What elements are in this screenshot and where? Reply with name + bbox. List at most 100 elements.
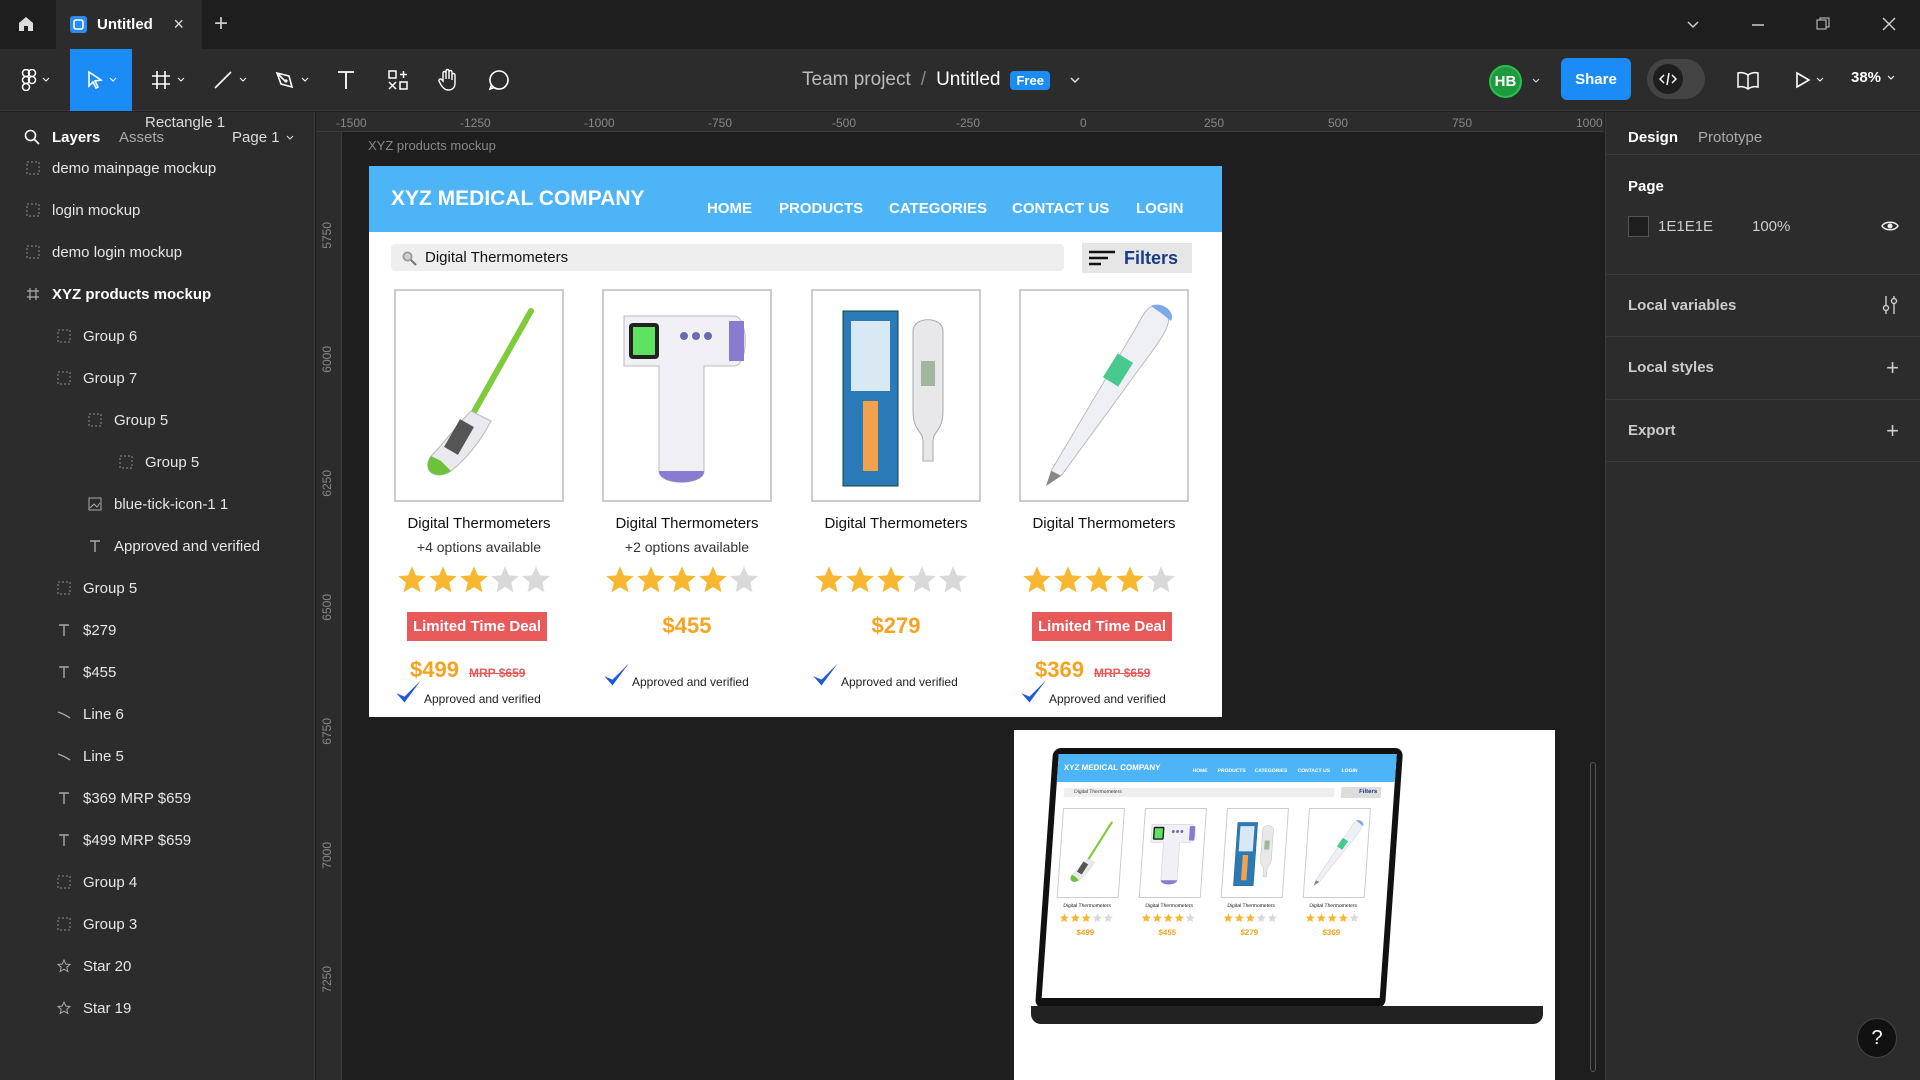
group-icon (55, 327, 73, 345)
ruler-tick-label: -250 (956, 116, 981, 130)
layer-label: $279 (83, 621, 117, 639)
main-menu-button[interactable] (14, 62, 56, 98)
file-tab[interactable]: Untitled × (56, 0, 202, 49)
star-filled-icon (877, 566, 905, 593)
avatar[interactable]: HB (1489, 65, 1522, 98)
tab-prototype[interactable]: Prototype (1698, 129, 1762, 146)
layer-row[interactable]: Star 19 (0, 988, 314, 1028)
mini-product-rating (1301, 913, 1370, 923)
layer-row[interactable]: blue-tick-icon-1 1 (0, 484, 314, 524)
products-mockup-frame[interactable]: XYZ MEDICAL COMPANY HOME PRODUCTS CATEGO… (369, 166, 1222, 717)
tab-title: Untitled (97, 16, 153, 33)
mockup-navbar: XYZ MEDICAL COMPANY HOME PRODUCTS CATEGO… (369, 166, 1222, 232)
page-color-swatch[interactable] (1628, 216, 1649, 237)
new-tab-button[interactable]: + (214, 10, 228, 38)
frame-tool-button[interactable] (144, 62, 190, 98)
project-name[interactable]: Team project (802, 69, 911, 91)
components-tool-button[interactable] (382, 62, 414, 98)
eye-icon[interactable] (1881, 219, 1899, 233)
layer-row[interactable]: Line 6 (0, 694, 314, 734)
mockup-nav-products: PRODUCTS (779, 200, 864, 217)
star-filled-icon (429, 566, 457, 593)
line-tool-button[interactable] (206, 62, 252, 98)
share-button[interactable]: Share (1561, 58, 1631, 100)
layer-label: demo login mockup (52, 243, 183, 261)
layer-row[interactable]: $369 MRP $659 (0, 778, 314, 818)
ruler-tick-label: 6500 (320, 594, 334, 621)
mockup-nav-categories: CATEGORIES (889, 200, 988, 217)
local-variables-section[interactable]: Local variables (1606, 274, 1920, 336)
layer-row[interactable]: Approved and verified (0, 526, 314, 566)
canvas-scrollbar[interactable] (1590, 762, 1596, 1072)
breadcrumb-separator: / (920, 69, 927, 90)
layer-row[interactable]: demo mainpage mockup (0, 148, 314, 188)
page-opacity[interactable]: 100% (1752, 218, 1790, 235)
layer-row[interactable]: Star 20 (0, 946, 314, 986)
hand-tool-button[interactable] (432, 62, 464, 98)
verified-text: Approved and verified (632, 675, 749, 689)
ruler-tick-label: -1500 (336, 116, 367, 130)
frame-label[interactable]: XYZ products mockup (368, 138, 496, 153)
blue-tick-icon (394, 678, 422, 706)
variables-sliders-icon[interactable] (1881, 295, 1899, 315)
product-name: Digital Thermometers (1032, 515, 1176, 532)
export-section[interactable]: Export + (1606, 399, 1920, 462)
vertical-ruler: 5750 6000 6250 6500 6750 7000 7250 (316, 132, 342, 1080)
layer-label: $455 (83, 663, 117, 681)
ruler-tick-label: 250 (1204, 116, 1225, 130)
pen-tool-button[interactable] (268, 62, 314, 98)
star-filled-icon (1054, 566, 1082, 593)
layer-row[interactable]: Rectangle 1 (0, 112, 314, 142)
blue-tick-icon (602, 661, 630, 689)
layer-row[interactable]: $455 (0, 652, 314, 692)
laptop-preview-frame[interactable]: XYZ MEDICAL COMPANY HOME PRODUCTS CATEGO… (1014, 730, 1555, 1080)
comment-tool-button[interactable] (483, 62, 515, 98)
layer-row[interactable]: Group 7 (0, 358, 314, 398)
minimize-window-icon[interactable] (1743, 12, 1773, 36)
layer-row[interactable]: XYZ products mockup (0, 274, 314, 314)
text-tool-button[interactable] (330, 62, 362, 98)
toolbar: Team project / Untitled Free HB Share 38… (0, 49, 1920, 111)
local-styles-section[interactable]: Local styles + (1606, 336, 1920, 399)
layer-row[interactable]: Line 5 (0, 736, 314, 776)
line-icon (55, 705, 73, 723)
plan-badge[interactable]: Free (1010, 70, 1050, 90)
mini-search-bar: Digital Thermometers (1063, 788, 1335, 797)
layer-row[interactable]: $499 MRP $659 (0, 820, 314, 860)
present-button[interactable] (1789, 62, 1829, 98)
home-icon[interactable] (10, 9, 42, 39)
layer-row[interactable]: Group 5 (0, 442, 314, 482)
add-style-icon[interactable]: + (1886, 357, 1899, 379)
zoom-control[interactable]: 38% (1851, 69, 1895, 86)
layer-row[interactable]: demo login mockup (0, 232, 314, 272)
star-filled-icon (1023, 566, 1051, 593)
layer-row[interactable]: Group 6 (0, 316, 314, 356)
mockup-search-text: Digital Thermometers (425, 249, 569, 266)
file-name[interactable]: Untitled (936, 69, 1000, 91)
close-window-icon[interactable] (1874, 12, 1904, 36)
move-tool-button[interactable] (70, 49, 132, 111)
library-button[interactable] (1732, 62, 1764, 98)
dev-mode-toggle[interactable] (1647, 59, 1705, 99)
mini-product-image (1056, 808, 1125, 898)
canvas[interactable]: -1500 -1250 -1000 -750 -500 -250 0 250 500 750 100… (316, 112, 1604, 1080)
product-price: $455 (662, 613, 712, 638)
restore-window-icon[interactable] (1808, 12, 1838, 36)
tab-design[interactable]: Design (1628, 129, 1678, 146)
layer-row[interactable]: Group 5 (0, 400, 314, 440)
chevron-down-icon[interactable] (1070, 76, 1080, 84)
layer-row[interactable]: Group 4 (0, 862, 314, 902)
layer-row[interactable]: login mockup (0, 190, 314, 230)
layer-row[interactable]: $279 (0, 610, 314, 650)
layer-row[interactable]: Group 5 (0, 568, 314, 608)
add-export-icon[interactable]: + (1886, 420, 1899, 442)
layer-row[interactable]: Group 3 (0, 904, 314, 944)
chevron-down-icon[interactable] (1678, 12, 1708, 36)
chevron-down-icon[interactable] (1532, 78, 1540, 84)
help-button[interactable]: ? (1857, 1018, 1897, 1058)
close-tab-icon[interactable]: × (173, 14, 184, 34)
mini-product-price: $499 (1076, 928, 1095, 937)
components-icon (388, 70, 408, 90)
page-color-hex[interactable]: 1E1E1E (1658, 218, 1713, 235)
ruler-tick-label: 0 (1080, 116, 1087, 130)
